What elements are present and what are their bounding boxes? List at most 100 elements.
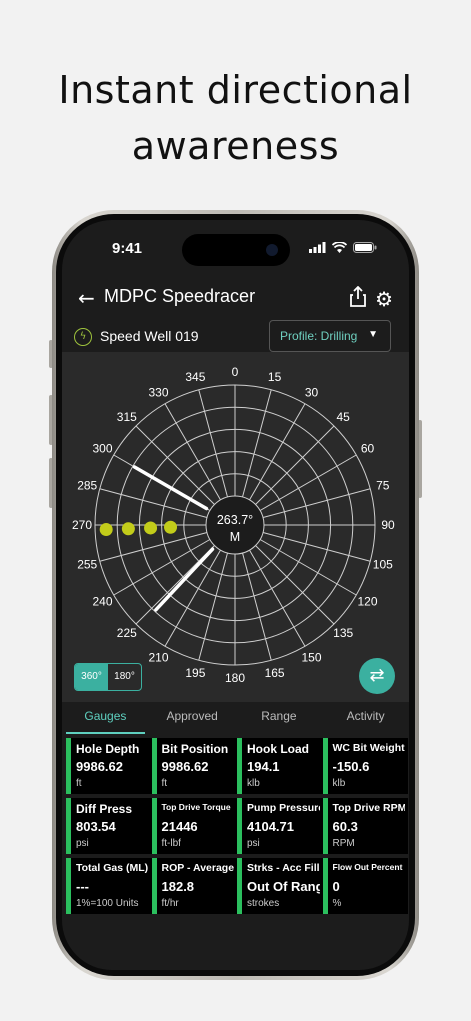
polar-angle-label: 165 [265,666,285,680]
gauge-row: Hole Depth 9986.62 ft Bit Position 9986.62 f… [66,738,408,794]
gauge-card: WC Bit Weight -150.6 klb [322,738,405,794]
gauge-label: ROP - Average [161,862,235,874]
tab-activity[interactable]: Activity [322,702,409,734]
polar-angle-label: 345 [185,370,205,384]
gauge-label: Hook Load [247,742,309,756]
profile-label: Profile: Drilling [280,329,358,343]
center-label: M [230,530,240,544]
polar-angle-label: 225 [117,626,137,640]
gauge-label: Bit Position [161,742,229,756]
app-title: MDPC Speedracer [104,286,256,306]
gauge-value: -150.6 [332,759,370,774]
tab-gauges[interactable]: Gauges [62,702,149,734]
profile-dropdown[interactable]: Profile: Drilling ▼ [269,320,391,352]
gauge-unit: RPM [332,838,355,849]
mode-option-180[interactable]: 180° [108,664,141,690]
tab-range[interactable]: Range [236,702,323,734]
gauge-value: 0 [332,879,340,894]
gauge-label: Flow Out Percent [332,862,403,872]
gear-icon[interactable]: ⚙ [375,287,393,311]
survey-dot [121,522,135,536]
camera-icon [266,244,278,256]
gauge-card: Total Gas (ML) --- 1%=100 Units [66,858,149,914]
wifi-icon [332,242,347,253]
polar-angle-label: 195 [185,666,205,680]
polar-angle-label: 315 [117,410,137,424]
gauge-label: Top Drive Torque [161,802,231,812]
gauge-label: Top Drive RPM [332,802,406,814]
gauge-value: 182.8 [161,879,195,894]
polar-plot: 0 15 30 45 60 75 90 105 120 135 150 165 180 195 210 225… [62,352,409,702]
gauge-unit: % [332,898,342,909]
polar-angle-label: 210 [148,651,168,665]
status-time: 9:41 [112,240,143,257]
polar-angle-label: 180 [225,671,245,685]
gauge-card: Pump Pressure 4104.71 psi [237,798,320,854]
polar-spoke [242,552,272,661]
gauge-label: Pump Pressure [247,802,320,814]
gauge-card: Top Drive Torque 21446 ft-lbf [151,798,234,854]
gauge-unit: psi [76,838,89,849]
polar-angle-label: 255 [77,558,97,572]
gauge-unit: ft-lbf [161,838,181,849]
status-icons [309,242,377,253]
polar-angle-label: 150 [301,651,321,665]
survey-dot [144,521,158,535]
gauge-unit: psi [247,838,260,849]
survey-dot [99,522,113,536]
gauge-value: Out Of Range [247,879,320,894]
gauge-label: Hole Depth [76,742,140,756]
polar-spoke [198,389,228,498]
gauge-label: WC Bit Weight [332,742,405,754]
mode-toggle[interactable]: 360° 180° [74,663,142,691]
well-name: Speed Well 019 [100,328,199,344]
polar-chart: 0 15 30 45 60 75 90 105 120 135 150 165 180 195 210 225… [72,365,395,685]
gauge-unit: ft/hr [161,898,179,909]
gauge-card: Bit Position 9986.62 ft [151,738,234,794]
polar-angle-label: 105 [373,558,393,572]
polar-spoke [255,545,335,625]
polar-spoke [99,488,208,518]
gauge-value: 803.54 [76,819,116,834]
polar-angle-label: 330 [148,385,168,399]
gauge-value: 4104.71 [247,819,294,834]
share-icon[interactable] [349,286,367,308]
polar-angle-label: 285 [77,478,97,492]
tab-approved-surveys[interactable]: Approved Surveys [149,702,236,751]
polar-angle-label: 30 [305,385,319,399]
polar-spoke [255,425,335,505]
polar-spoke [99,532,208,562]
gauge-row: Diff Press 803.54 psi Top Drive Torque 2144… [66,798,408,854]
gauge-card: Top Drive RPM 60.3 RPM [322,798,406,854]
polar-angle-label: 240 [92,595,112,609]
gauge-label: Total Gas (ML) [76,862,149,874]
swap-arrows-icon[interactable]: ⇄ [359,658,395,694]
gauge-card: Flow Out Percent 0% [322,858,405,914]
gauge-unit: ft [161,778,168,789]
polar-angle-label: 120 [357,595,377,609]
gauge-unit: klb [332,778,346,789]
gauge-card: Hook Load 194.1 klb [237,738,320,794]
polar-spoke [262,532,371,562]
gauge-unit: klb [247,778,260,789]
gauge-unit: ft [76,778,82,789]
bolt-icon: ϟ [74,328,92,346]
arrow-left-icon[interactable]: ← [78,286,95,310]
polar-spoke [262,488,371,518]
polar-angle-label: 270 [72,518,92,532]
gauge-card: ROP - Average 182.8 ft/hr [151,858,235,914]
headline-line-2: awareness [131,124,340,168]
battery-icon [353,242,377,253]
dynamic-island [182,234,290,266]
app-bar: ← MDPC Speedracer ⚙ [62,282,409,314]
polar-angle-label: 135 [333,626,353,640]
gauge-value: 194.1 [247,759,280,774]
polar-angle-label: 60 [361,442,375,456]
polar-angle-label: 0 [232,365,239,379]
center-value: 263.7° [217,513,253,527]
survey-dot [164,520,178,534]
polar-spoke [242,389,272,498]
gauge-row: Total Gas (ML) --- 1%=100 Units ROP - Aver… [66,858,408,914]
well-row: ϟ Speed Well 019 Profile: Drilling ▼ [62,320,409,354]
mode-option-360[interactable]: 360° [75,664,108,690]
